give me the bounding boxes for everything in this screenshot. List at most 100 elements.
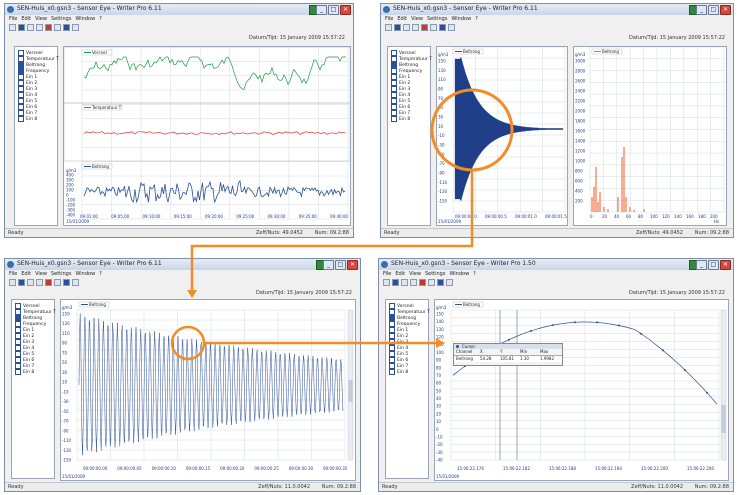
channel-item[interactable]: Ein 8 [15, 369, 54, 375]
menu-file[interactable]: File [385, 15, 393, 23]
minimize-button[interactable]: _ [696, 5, 707, 15]
table-icon[interactable] [54, 24, 61, 31]
plot-area[interactable]: Versnel Temperatuur T Beltrong 400 300 200… [63, 46, 351, 226]
checkbox[interactable] [391, 116, 397, 122]
menu-view[interactable]: View [409, 270, 421, 278]
y-tick-label: 90 [436, 358, 442, 363]
table-icon[interactable] [54, 279, 61, 286]
menu-help[interactable]: ? [473, 270, 476, 278]
menu-help[interactable]: ? [475, 15, 478, 23]
help-icon[interactable] [446, 279, 453, 286]
minimize-button[interactable]: _ [316, 5, 327, 15]
popup-title-bar[interactable]: Cursor [454, 344, 562, 349]
maximize-button[interactable]: □ [335, 260, 346, 270]
new-icon[interactable] [385, 24, 392, 31]
settings-icon[interactable] [439, 24, 446, 31]
checkbox[interactable] [389, 369, 395, 375]
plot-area[interactable]: Beltrong 150 130 110 90 70 50 30 10 -10 -30 -50 -70… [60, 299, 356, 481]
save-icon[interactable] [18, 279, 25, 286]
menu-file[interactable]: File [9, 270, 17, 278]
settings-icon[interactable] [63, 24, 70, 31]
save-icon[interactable] [392, 279, 399, 286]
title-bar[interactable]: SEN-Huis_x0.gsn3 - Sensor Eye - Writer P… [381, 4, 733, 15]
y-tick-label: 2000 [575, 109, 586, 114]
y-tick-label: 90 [62, 341, 68, 346]
menu-window[interactable]: Window [75, 15, 95, 23]
y-tick-label: 50 [438, 105, 444, 110]
print-icon[interactable] [36, 279, 43, 286]
fft-plot-area[interactable]: Beltrong 3000 2800 2600 2400 2200 2000 1800 160… [573, 46, 727, 226]
title-bar[interactable]: SEN-Huis_x0.gsn3 - Sensor Eye - Writer P… [379, 259, 733, 270]
minimize-button[interactable]: _ [323, 260, 334, 270]
channel-item[interactable]: Ein 8 [391, 116, 430, 122]
channel-item[interactable]: Ein 8 [389, 369, 428, 375]
cursor-popup[interactable]: Cursor Channel X Y Min Max Beltrong 54.2… [453, 343, 563, 366]
status-text: Ready [8, 230, 24, 236]
status-value: Zeff/Nuts: 49.0452 [635, 230, 683, 236]
checkbox[interactable] [18, 116, 24, 122]
minimize-button[interactable]: _ [696, 260, 707, 270]
save-icon[interactable] [394, 24, 401, 31]
open-icon[interactable] [27, 279, 34, 286]
settings-icon[interactable] [437, 279, 444, 286]
maximize-button[interactable]: □ [708, 5, 719, 15]
help-icon[interactable] [72, 279, 79, 286]
time-plot-area[interactable]: Beltrong 150 130 110 90 70 50 30 10 -10 -30 -50 -70… [436, 46, 568, 226]
menu-view[interactable]: View [35, 270, 47, 278]
open-icon[interactable] [401, 279, 408, 286]
open-icon[interactable] [27, 24, 34, 31]
chart-icon[interactable] [45, 279, 52, 286]
plot-area[interactable]: Beltrong 150 140 130 120 110 100 90 80 70 60 50 40 3… [434, 299, 729, 481]
menu-edit[interactable]: Edit [395, 270, 405, 278]
menu-window[interactable]: Window [75, 270, 95, 278]
print-icon[interactable] [410, 279, 417, 286]
menu-help[interactable]: ? [99, 270, 102, 278]
toolbar [379, 278, 733, 288]
legend-label: Beltrong [602, 49, 619, 54]
maximize-button[interactable]: □ [708, 260, 719, 270]
menu-view[interactable]: View [35, 15, 47, 23]
menu-settings[interactable]: Settings [427, 15, 448, 23]
new-icon[interactable] [383, 279, 390, 286]
open-icon[interactable] [403, 24, 410, 31]
menu-window[interactable]: Window [449, 270, 469, 278]
new-icon[interactable] [9, 24, 16, 31]
menu-edit[interactable]: Edit [21, 15, 31, 23]
close-button[interactable]: ✕ [347, 260, 358, 270]
menu-settings[interactable]: Settings [51, 270, 72, 278]
new-icon[interactable] [9, 279, 16, 286]
channel-label: Beltrong [26, 62, 46, 68]
y-tick-label: 10 [62, 380, 68, 385]
help-icon[interactable] [448, 24, 455, 31]
checkbox[interactable] [15, 369, 21, 375]
menu-window[interactable]: Window [451, 15, 471, 23]
menu-file[interactable]: File [383, 270, 391, 278]
print-icon[interactable] [36, 24, 43, 31]
menu-help[interactable]: ? [99, 15, 102, 23]
table-icon[interactable] [428, 279, 435, 286]
chart-icon[interactable] [421, 24, 428, 31]
menu-edit[interactable]: Edit [397, 15, 407, 23]
channel-item[interactable]: Ein 8 [18, 116, 57, 122]
maximize-button[interactable]: □ [328, 5, 339, 15]
menu-view[interactable]: View [411, 15, 423, 23]
close-button[interactable]: ✕ [720, 5, 731, 15]
menu-settings[interactable]: Settings [425, 270, 446, 278]
chart-icon[interactable] [419, 279, 426, 286]
popup-row[interactable]: Beltrong 54.28 105.81 1.10 1.9982 [454, 356, 562, 362]
settings-icon[interactable] [63, 279, 70, 286]
title-bar[interactable]: SEN-Huis_x0.gsn3 - Sensor Eye - Writer P… [5, 4, 353, 15]
menu-edit[interactable]: Edit [21, 270, 31, 278]
table-icon[interactable] [430, 24, 437, 31]
close-button[interactable]: ✕ [720, 260, 731, 270]
chart-icon[interactable] [45, 24, 52, 31]
menu-settings[interactable]: Settings [51, 15, 72, 23]
close-button[interactable]: ✕ [340, 5, 351, 15]
app-icon [381, 261, 388, 268]
y-tick-label: -70 [62, 419, 69, 424]
print-icon[interactable] [412, 24, 419, 31]
help-icon[interactable] [72, 24, 79, 31]
title-bar[interactable]: SEN-Huis_x0.gsn3 - Sensor Eye - Writer P… [5, 259, 360, 270]
menu-file[interactable]: File [9, 15, 17, 23]
save-icon[interactable] [18, 24, 25, 31]
